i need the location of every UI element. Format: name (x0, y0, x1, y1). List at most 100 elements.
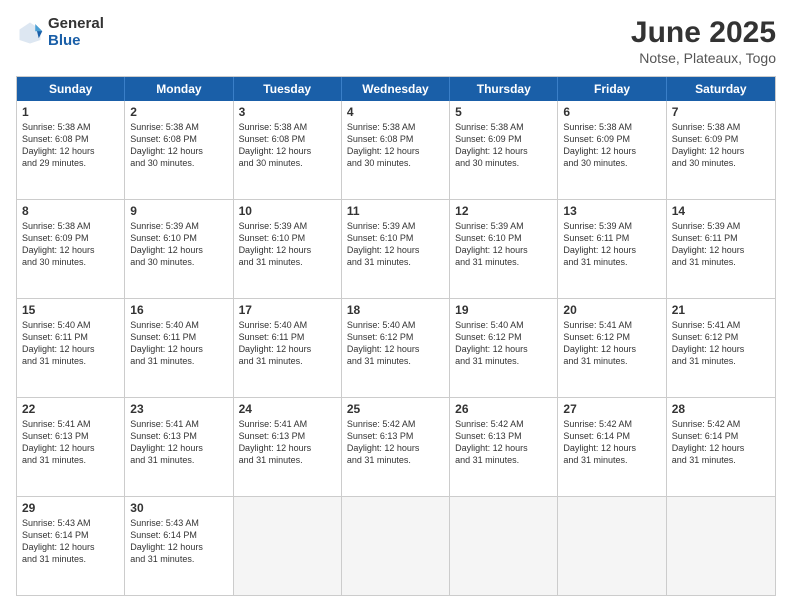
day-number: 26 (455, 402, 552, 416)
calendar-cell-5-4 (342, 497, 450, 595)
header-sunday: Sunday (17, 77, 125, 101)
cell-info: Sunrise: 5:38 AM Sunset: 6:09 PM Dayligh… (455, 121, 552, 170)
day-number: 12 (455, 204, 552, 218)
day-number: 5 (455, 105, 552, 119)
day-number: 27 (563, 402, 660, 416)
cell-info: Sunrise: 5:42 AM Sunset: 6:13 PM Dayligh… (347, 418, 444, 467)
calendar-cell-4-1: 22Sunrise: 5:41 AM Sunset: 6:13 PM Dayli… (17, 398, 125, 496)
day-number: 30 (130, 501, 227, 515)
cell-info: Sunrise: 5:42 AM Sunset: 6:14 PM Dayligh… (563, 418, 660, 467)
calendar-cell-2-3: 10 Sunrise: 5:39 AM Sunset: 6:10 PM Dayli… (234, 200, 342, 298)
logo-icon (16, 19, 44, 47)
cell-info: Sunrise: 5:38 AM Sunset: 6:09 PM Dayligh… (563, 121, 660, 170)
day-number: 1 (22, 105, 119, 119)
subtitle: Notse, Plateaux, Togo (631, 50, 776, 66)
cell-info: Sunrise: 5:39 AM Sunset: 6:10 PM Dayligh… (239, 220, 336, 269)
cell-info: Sunrise: 5:39 AM Sunset: 6:10 PM Dayligh… (455, 220, 552, 269)
header-thursday: Thursday (450, 77, 558, 101)
cell-info: Sunrise: 5:38 AM Sunset: 6:08 PM Dayligh… (239, 121, 336, 170)
header-wednesday: Wednesday (342, 77, 450, 101)
day-number: 18 (347, 303, 444, 317)
calendar-cell-2-5: 12 Sunrise: 5:39 AM Sunset: 6:10 PM Dayli… (450, 200, 558, 298)
calendar-cell-5-7 (667, 497, 775, 595)
calendar-cell-3-1: 15Sunrise: 5:40 AM Sunset: 6:11 PM Dayli… (17, 299, 125, 397)
header-friday: Friday (558, 77, 666, 101)
calendar-cell-1-5: 5 Sunrise: 5:38 AM Sunset: 6:09 PM Daylig… (450, 101, 558, 199)
header: General Blue June 2025 Notse, Plateaux, … (16, 16, 776, 66)
main-title: June 2025 (631, 16, 776, 50)
calendar-row-3: 15Sunrise: 5:40 AM Sunset: 6:11 PM Dayli… (17, 298, 775, 397)
calendar-cell-4-6: 27 Sunrise: 5:42 AM Sunset: 6:14 PM Dayli… (558, 398, 666, 496)
calendar-cell-2-4: 11 Sunrise: 5:39 AM Sunset: 6:10 PM Dayli… (342, 200, 450, 298)
calendar-cell-4-2: 23Sunrise: 5:41 AM Sunset: 6:13 PM Dayli… (125, 398, 233, 496)
cell-info: Sunrise: 5:39 AM Sunset: 6:10 PM Dayligh… (347, 220, 444, 269)
title-block: June 2025 Notse, Plateaux, Togo (631, 16, 776, 66)
calendar-header: Sunday Monday Tuesday Wednesday Thursday… (17, 77, 775, 101)
cell-info: Sunrise: 5:40 AM Sunset: 6:12 PM Dayligh… (347, 319, 444, 368)
cell-info: Sunrise: 5:42 AM Sunset: 6:14 PM Dayligh… (672, 418, 770, 467)
calendar-body: 1 Sunrise: 5:38 AM Sunset: 6:08 PM Daylig… (17, 101, 775, 595)
day-number: 25 (347, 402, 444, 416)
cell-info: Sunrise: 5:42 AM Sunset: 6:13 PM Dayligh… (455, 418, 552, 467)
calendar-cell-2-1: 8Sunrise: 5:38 AM Sunset: 6:09 PM Daylig… (17, 200, 125, 298)
day-number: 17 (239, 303, 336, 317)
calendar-row-4: 22Sunrise: 5:41 AM Sunset: 6:13 PM Dayli… (17, 397, 775, 496)
cell-info: Sunrise: 5:38 AM Sunset: 6:08 PM Dayligh… (130, 121, 227, 170)
calendar-cell-1-2: 2 Sunrise: 5:38 AM Sunset: 6:08 PM Daylig… (125, 101, 233, 199)
cell-info: Sunrise: 5:39 AM Sunset: 6:11 PM Dayligh… (672, 220, 770, 269)
day-number: 29 (22, 501, 119, 515)
day-number: 23 (130, 402, 227, 416)
day-number: 16 (130, 303, 227, 317)
calendar-cell-3-2: 16Sunrise: 5:40 AM Sunset: 6:11 PM Dayli… (125, 299, 233, 397)
calendar-cell-2-7: 14 Sunrise: 5:39 AM Sunset: 6:11 PM Dayli… (667, 200, 775, 298)
calendar-row-2: 8Sunrise: 5:38 AM Sunset: 6:09 PM Daylig… (17, 199, 775, 298)
calendar-cell-5-3 (234, 497, 342, 595)
header-tuesday: Tuesday (234, 77, 342, 101)
logo-blue-text: Blue (48, 33, 104, 50)
cell-info: Sunrise: 5:43 AM Sunset: 6:14 PM Dayligh… (130, 517, 227, 566)
calendar-cell-2-2: 9 Sunrise: 5:39 AM Sunset: 6:10 PM Daylig… (125, 200, 233, 298)
calendar-cell-5-1: 29 Sunrise: 5:43 AM Sunset: 6:14 PM Dayli… (17, 497, 125, 595)
day-number: 6 (563, 105, 660, 119)
day-number: 11 (347, 204, 444, 218)
logo-text: General Blue (48, 16, 104, 49)
cell-info: Sunrise: 5:43 AM Sunset: 6:14 PM Dayligh… (22, 517, 119, 566)
cell-info: Sunrise: 5:38 AM Sunset: 6:08 PM Dayligh… (22, 121, 119, 170)
cell-info: Sunrise: 5:41 AM Sunset: 6:12 PM Dayligh… (672, 319, 770, 368)
cell-info: Sunrise: 5:41 AM Sunset: 6:12 PM Dayligh… (563, 319, 660, 368)
calendar-row-5: 29 Sunrise: 5:43 AM Sunset: 6:14 PM Dayli… (17, 496, 775, 595)
calendar-cell-2-6: 13 Sunrise: 5:39 AM Sunset: 6:11 PM Dayli… (558, 200, 666, 298)
day-number: 13 (563, 204, 660, 218)
calendar-cell-5-2: 30 Sunrise: 5:43 AM Sunset: 6:14 PM Dayli… (125, 497, 233, 595)
day-number: 10 (239, 204, 336, 218)
day-number: 9 (130, 204, 227, 218)
calendar-cell-4-4: 25 Sunrise: 5:42 AM Sunset: 6:13 PM Dayli… (342, 398, 450, 496)
calendar-cell-3-3: 17Sunrise: 5:40 AM Sunset: 6:11 PM Dayli… (234, 299, 342, 397)
day-number: 14 (672, 204, 770, 218)
page: General Blue June 2025 Notse, Plateaux, … (0, 0, 792, 612)
cell-info: Sunrise: 5:41 AM Sunset: 6:13 PM Dayligh… (22, 418, 119, 467)
calendar-cell-5-6 (558, 497, 666, 595)
calendar-cell-1-7: 7 Sunrise: 5:38 AM Sunset: 6:09 PM Daylig… (667, 101, 775, 199)
day-number: 28 (672, 402, 770, 416)
logo-general-text: General (48, 16, 104, 33)
day-number: 2 (130, 105, 227, 119)
calendar: Sunday Monday Tuesday Wednesday Thursday… (16, 76, 776, 596)
day-number: 3 (239, 105, 336, 119)
cell-info: Sunrise: 5:38 AM Sunset: 6:09 PM Dayligh… (672, 121, 770, 170)
calendar-cell-4-5: 26 Sunrise: 5:42 AM Sunset: 6:13 PM Dayli… (450, 398, 558, 496)
calendar-cell-1-1: 1 Sunrise: 5:38 AM Sunset: 6:08 PM Daylig… (17, 101, 125, 199)
cell-info: Sunrise: 5:38 AM Sunset: 6:09 PM Dayligh… (22, 220, 119, 269)
header-saturday: Saturday (667, 77, 775, 101)
calendar-cell-1-3: 3 Sunrise: 5:38 AM Sunset: 6:08 PM Daylig… (234, 101, 342, 199)
cell-info: Sunrise: 5:39 AM Sunset: 6:10 PM Dayligh… (130, 220, 227, 269)
calendar-cell-1-6: 6 Sunrise: 5:38 AM Sunset: 6:09 PM Daylig… (558, 101, 666, 199)
cell-info: Sunrise: 5:41 AM Sunset: 6:13 PM Dayligh… (239, 418, 336, 467)
cell-info: Sunrise: 5:38 AM Sunset: 6:08 PM Dayligh… (347, 121, 444, 170)
cell-info: Sunrise: 5:39 AM Sunset: 6:11 PM Dayligh… (563, 220, 660, 269)
logo: General Blue (16, 16, 104, 49)
day-number: 7 (672, 105, 770, 119)
calendar-cell-3-6: 20Sunrise: 5:41 AM Sunset: 6:12 PM Dayli… (558, 299, 666, 397)
cell-info: Sunrise: 5:40 AM Sunset: 6:11 PM Dayligh… (22, 319, 119, 368)
calendar-cell-5-5 (450, 497, 558, 595)
